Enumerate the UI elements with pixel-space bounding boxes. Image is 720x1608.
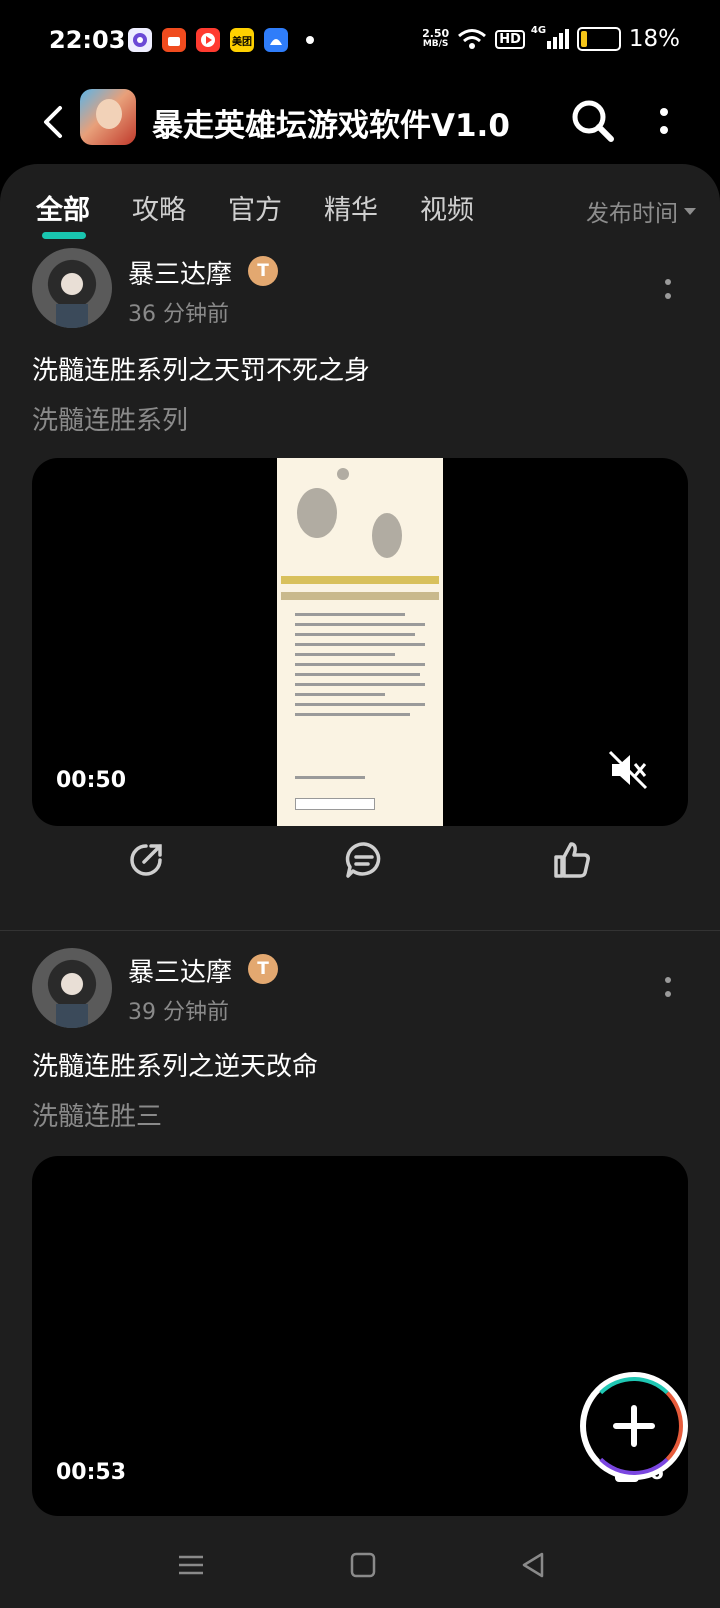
net-speed-unit: MB/S	[422, 39, 449, 49]
feed-panel: 全部 攻略 官方 精华 视频 发布时间 暴三达摩 T 36 分钟前 洗髓连胜系列…	[0, 164, 720, 1524]
video-player[interactable]: 00:53 6	[32, 1156, 688, 1516]
net-speed-value: 2.50	[422, 27, 450, 40]
plus-icon	[613, 1405, 655, 1447]
status-time: 22:03	[49, 26, 126, 54]
post-card[interactable]: 暴三达摩 T 36 分钟前 洗髓连胜系列之天罚不死之身 洗髓连胜系列 00:50	[0, 248, 720, 908]
video-app-icon	[196, 28, 220, 52]
sort-label: 发布时间	[586, 201, 678, 227]
level-badge: T	[248, 256, 278, 286]
meituan-icon: 美团	[230, 28, 254, 52]
battery-icon	[576, 27, 621, 51]
sort-dropdown[interactable]: 发布时间	[586, 194, 696, 228]
more-options-icon[interactable]	[654, 102, 674, 142]
create-post-button[interactable]	[580, 1372, 688, 1480]
net-speed: 2.50 MB/S	[422, 28, 449, 50]
avatar[interactable]	[32, 948, 112, 1028]
video-duration: 00:50	[56, 768, 127, 793]
wifi-icon	[458, 29, 487, 49]
battery-percent: 18%	[628, 26, 680, 52]
app-header: 暴走英雄坛游戏软件V1.0	[0, 84, 720, 164]
tab-featured[interactable]: 精华	[324, 188, 378, 227]
post-tag[interactable]: 洗髓连胜三	[32, 1096, 162, 1133]
search-icon[interactable]	[570, 98, 616, 144]
post-title[interactable]: 洗髓连胜系列之天罚不死之身	[32, 350, 370, 387]
tab-all[interactable]: 全部	[36, 188, 90, 227]
level-badge: T	[248, 954, 278, 984]
post-time: 36 分钟前	[128, 302, 229, 327]
avatar[interactable]	[32, 248, 112, 328]
comment-icon[interactable]	[344, 840, 384, 880]
system-nav-bar	[0, 1524, 720, 1608]
post-actions	[0, 840, 720, 900]
back-icon[interactable]	[518, 1550, 548, 1580]
post-more-icon[interactable]	[662, 276, 674, 304]
tab-guides[interactable]: 攻略	[132, 188, 186, 227]
network-type: 4G	[530, 25, 547, 36]
mute-icon[interactable]	[606, 748, 650, 792]
video-duration: 00:53	[56, 1460, 127, 1485]
tab-official[interactable]: 官方	[228, 188, 282, 227]
maps-icon	[264, 28, 288, 52]
taobao-icon	[162, 28, 186, 52]
battery-fill	[580, 31, 587, 47]
cellular-signal-icon: 4G	[531, 25, 569, 49]
home-icon[interactable]	[348, 1550, 378, 1580]
hd-badge: HD	[495, 29, 525, 49]
notification-icons: 美团	[128, 28, 314, 52]
category-tabs: 全部 攻略 官方 精华 视频 发布时间	[0, 184, 720, 244]
post-title[interactable]: 洗髓连胜系列之逆天改命	[32, 1046, 318, 1083]
tab-videos[interactable]: 视频	[420, 188, 474, 227]
more-notifications-dot	[306, 36, 314, 44]
game-icon	[80, 89, 136, 145]
chevron-down-icon	[684, 207, 696, 215]
status-indicators: 2.50 MB/S HD 4G 18%	[422, 25, 680, 52]
browser-icon	[128, 28, 152, 52]
share-icon[interactable]	[126, 840, 166, 880]
status-bar: 22:03 美团 2.50 MB/S HD 4G 18%	[0, 0, 720, 84]
video-thumbnail	[277, 458, 443, 826]
post-tag[interactable]: 洗髓连胜系列	[32, 400, 188, 437]
author-name[interactable]: 暴三达摩	[128, 254, 232, 291]
video-player[interactable]: 00:50	[32, 458, 688, 826]
page-title: 暴走英雄坛游戏软件V1.0	[152, 108, 510, 144]
menu-icon[interactable]	[176, 1550, 206, 1580]
post-time: 39 分钟前	[128, 1000, 229, 1025]
active-tab-indicator	[42, 232, 86, 239]
back-arrow-icon[interactable]	[38, 100, 70, 144]
author-name[interactable]: 暴三达摩	[128, 952, 232, 989]
post-more-icon[interactable]	[662, 974, 674, 1002]
like-icon[interactable]	[552, 840, 592, 880]
